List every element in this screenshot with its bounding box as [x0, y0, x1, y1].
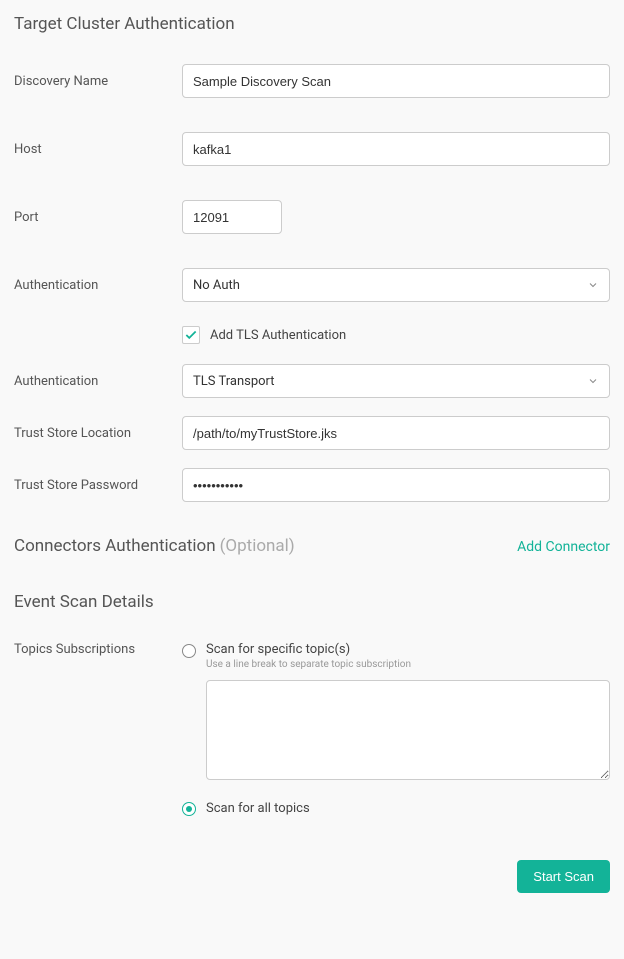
authentication-select-1[interactable]: No Auth — [182, 268, 610, 302]
trust-store-location-input[interactable] — [182, 416, 610, 450]
authentication-select-2-value: TLS Transport — [193, 374, 275, 389]
event-scan-details-title: Event Scan Details — [14, 592, 610, 612]
authentication-label-1: Authentication — [14, 278, 182, 293]
start-scan-button[interactable]: Start Scan — [517, 860, 610, 893]
authentication-label-2: Authentication — [14, 374, 182, 389]
trust-store-password-label: Trust Store Password — [14, 478, 182, 493]
authentication-select-2[interactable]: TLS Transport — [182, 364, 610, 398]
scan-specific-label: Scan for specific topic(s) — [206, 642, 610, 657]
connectors-optional-text: (Optional) — [220, 536, 295, 556]
host-input[interactable] — [182, 132, 610, 166]
discovery-name-label: Discovery Name — [14, 74, 182, 89]
add-connector-link[interactable]: Add Connector — [517, 539, 610, 555]
scan-all-label: Scan for all topics — [206, 801, 310, 816]
discovery-name-input[interactable] — [182, 64, 610, 98]
chevron-down-icon — [587, 279, 599, 291]
trust-store-password-input[interactable] — [182, 468, 610, 502]
topics-textarea[interactable] — [206, 680, 610, 780]
host-label: Host — [14, 142, 182, 157]
connectors-auth-title: Connectors Authentication — [14, 536, 216, 556]
topics-subscriptions-label: Topics Subscriptions — [14, 642, 182, 820]
port-label: Port — [14, 210, 182, 225]
scan-specific-hint: Use a line break to separate topic subsc… — [206, 659, 610, 670]
scan-all-radio[interactable] — [182, 802, 196, 816]
port-input[interactable] — [182, 200, 282, 234]
add-tls-checkbox[interactable] — [182, 326, 200, 344]
scan-specific-radio[interactable] — [182, 644, 196, 658]
trust-store-location-label: Trust Store Location — [14, 426, 182, 441]
target-cluster-auth-title: Target Cluster Authentication — [14, 14, 610, 34]
chevron-down-icon — [587, 375, 599, 387]
add-tls-label: Add TLS Authentication — [210, 328, 346, 343]
authentication-select-1-value: No Auth — [193, 278, 240, 293]
